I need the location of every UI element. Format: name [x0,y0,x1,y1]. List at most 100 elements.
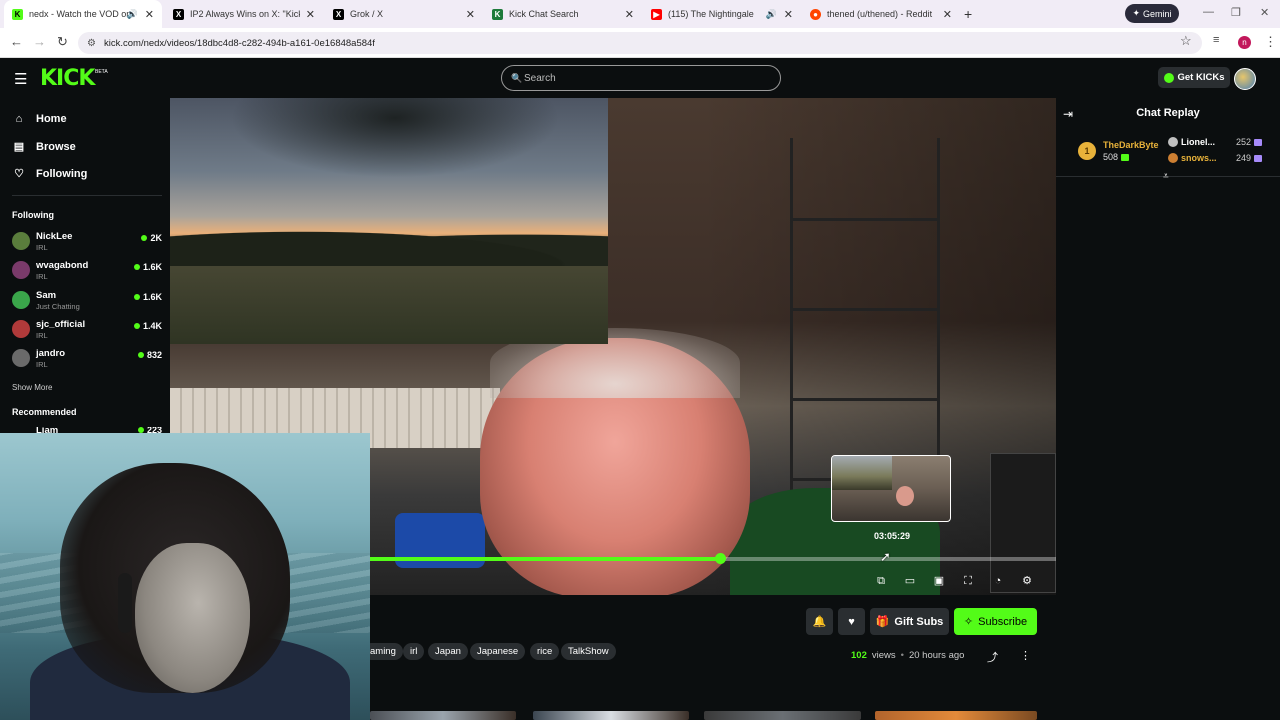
tab-x-post[interactable]: X IP2 Always Wins on X: "Kick Stre ✕ [165,0,323,28]
sidebar-item-home[interactable]: ⌂ Home [12,113,67,125]
channel-item-nicklee[interactable]: NickLee IRL 2K [12,229,162,255]
tab-label: Grok / X [350,9,384,19]
reload-icon[interactable]: ↻ [57,34,68,50]
inset-tree [230,98,560,178]
gift-icon: 🎁 [875,616,890,628]
seek-preview-time: 03:05:29 [874,531,911,541]
sound-icon[interactable]: 🔊 [127,9,138,20]
close-window-icon[interactable]: ✕ [1260,6,1269,19]
clip-icon[interactable]: ▭ [903,574,917,588]
top-gifter-3[interactable]: snows... 249 [1168,153,1263,163]
tab-label: Kick Chat Search [509,9,579,19]
webcam-person-face [135,543,250,693]
url-field[interactable]: ⚙ kick.com/nedx/videos/18dbc4d8-c282-494… [78,32,1202,54]
tag-talkshow[interactable]: TalkShow [561,643,616,660]
channel-item-sjc-official[interactable]: sjc_official IRL 1.4K [12,317,162,343]
gemini-label: Gemini [1143,8,1172,19]
hamburger-menu-icon[interactable]: ☰ [14,70,27,88]
tab-label: IP2 Always Wins on X: "Kick Stre [190,9,300,19]
show-more-link[interactable]: Show More [12,383,52,392]
channel-item-sam[interactable]: Sam Just Chatting 1.6K [12,288,162,314]
close-icon[interactable]: ✕ [306,8,315,21]
viewer-count: 2K [141,233,162,243]
follow-heart-button[interactable]: ♥ [838,608,865,635]
user-avatar[interactable] [1234,68,1256,90]
bookmark-star-icon[interactable]: ☆ [1180,33,1192,49]
maximize-icon[interactable]: ❐ [1231,6,1241,19]
channel-category: IRL [36,331,48,340]
channel-name: wvagabond [36,260,89,271]
preview-person [896,486,914,506]
site-info-icon[interactable]: ⚙ [87,38,96,49]
tab-kick-vod[interactable]: K nedx - Watch the VOD on K 🔊 ✕ [4,0,162,28]
related-video-thumbnail[interactable] [704,711,861,720]
forward-icon[interactable]: → [33,34,46,49]
viewer-count-text: 832 [146,350,162,360]
tag-rice[interactable]: rice [530,643,560,660]
search-input[interactable]: 🔍 Search [501,65,781,91]
close-icon[interactable]: ✕ [943,8,952,21]
tag-japan[interactable]: Japan [428,643,468,660]
profile-avatar[interactable]: n [1238,36,1251,49]
sidebar-item-label: Home [36,113,67,125]
close-icon[interactable]: ✕ [145,8,154,21]
tab-grok[interactable]: X Grok / X ✕ [325,0,483,28]
tab-label: nedx - Watch the VOD on K [29,9,129,19]
channel-name: jandro [36,348,66,359]
preview-inset [832,456,892,490]
back-icon[interactable]: ← [10,34,23,49]
more-options-icon[interactable]: ⋮ [1020,649,1031,662]
close-icon[interactable]: ✕ [466,8,475,21]
new-tab-icon[interactable]: + [964,6,972,22]
sound-icon[interactable]: 🔊 [766,9,777,20]
browser-menu-icon[interactable]: ⋮ [1264,34,1277,50]
tab-label: thened (u/thened) - Reddit [827,9,933,19]
tab-reddit[interactable]: ● thened (u/thened) - Reddit ✕ [802,0,960,28]
gifter-name: snows... [1181,153,1217,163]
related-video-thumbnail[interactable] [875,711,1037,720]
gift-icon [1121,153,1130,161]
top-gifter-2[interactable]: Lionel... 252 [1168,137,1263,147]
related-video-thumbnail[interactable] [533,711,689,720]
settings-icon[interactable]: ⚙ [1020,574,1034,588]
top-gifter-1[interactable]: 1 TheDarkByte 508 [1078,140,1159,162]
tag-irl[interactable]: irl [403,643,425,660]
gemini-button[interactable]: ✦ Gemini [1125,4,1179,23]
progress-handle[interactable] [714,553,726,564]
channel-item-wvagabond[interactable]: wvagabond IRL 1.6K [12,258,162,284]
channel-name: NickLee [36,231,73,242]
close-icon[interactable]: ✕ [625,8,634,21]
share-icon[interactable]: ⤴ [987,649,998,665]
gift-count: 249 [1236,153,1252,163]
expand-leaderboard-icon[interactable]: ⩡ [1163,171,1169,182]
fullscreen-icon[interactable]: ⛶ [961,574,975,588]
gift-count: 252 [1236,137,1252,147]
browser-tab-bar: K nedx - Watch the VOD on K 🔊 ✕ X IP2 Al… [0,0,1280,28]
related-video-thumbnail[interactable] [370,711,516,720]
gift-subs-button[interactable]: 🎁 Gift Subs [870,608,949,635]
playback-speed-icon[interactable]: ◔ [991,574,1005,588]
url-text: kick.com/nedx/videos/18dbc4d8-c282-494b-… [104,37,375,49]
tab-kick-chat-search[interactable]: K Kick Chat Search ✕ [484,0,642,28]
tab-youtube[interactable]: ▶ (115) The Nightingale - You 🔊 ✕ [643,0,801,28]
close-icon[interactable]: ✕ [784,8,793,21]
channel-category: IRL [36,243,48,252]
kick-logo[interactable]: KICK [40,66,95,91]
subscribe-button[interactable]: ✧ Subscribe [954,608,1037,635]
media-controls-icon[interactable]: ≡ [1213,34,1219,46]
sidebar-item-browse[interactable]: ▤ Browse [12,140,76,154]
live-dot-icon [133,323,140,329]
notification-bell-button[interactable]: 🔔 [806,608,833,635]
tag-japanese[interactable]: Japanese [470,643,526,660]
sidebar-item-following[interactable]: ♡ Following [12,167,87,181]
separator-dot: • [900,650,904,661]
minimize-icon[interactable]: — [1203,6,1214,18]
theater-icon[interactable]: ▣ [932,574,946,588]
pip-icon[interactable]: ⧉ [874,574,888,588]
sparkle-icon: ✦ [1132,8,1141,18]
viewer-count: 1.4K [133,321,162,331]
progress-bar[interactable] [370,553,1056,564]
address-bar-row: ← → ↻ ⚙ kick.com/nedx/videos/18dbc4d8-c2… [0,28,1280,58]
get-kicks-button[interactable]: Get KICKs [1158,67,1230,88]
channel-item-jandro[interactable]: jandro IRL 832 [12,346,162,372]
